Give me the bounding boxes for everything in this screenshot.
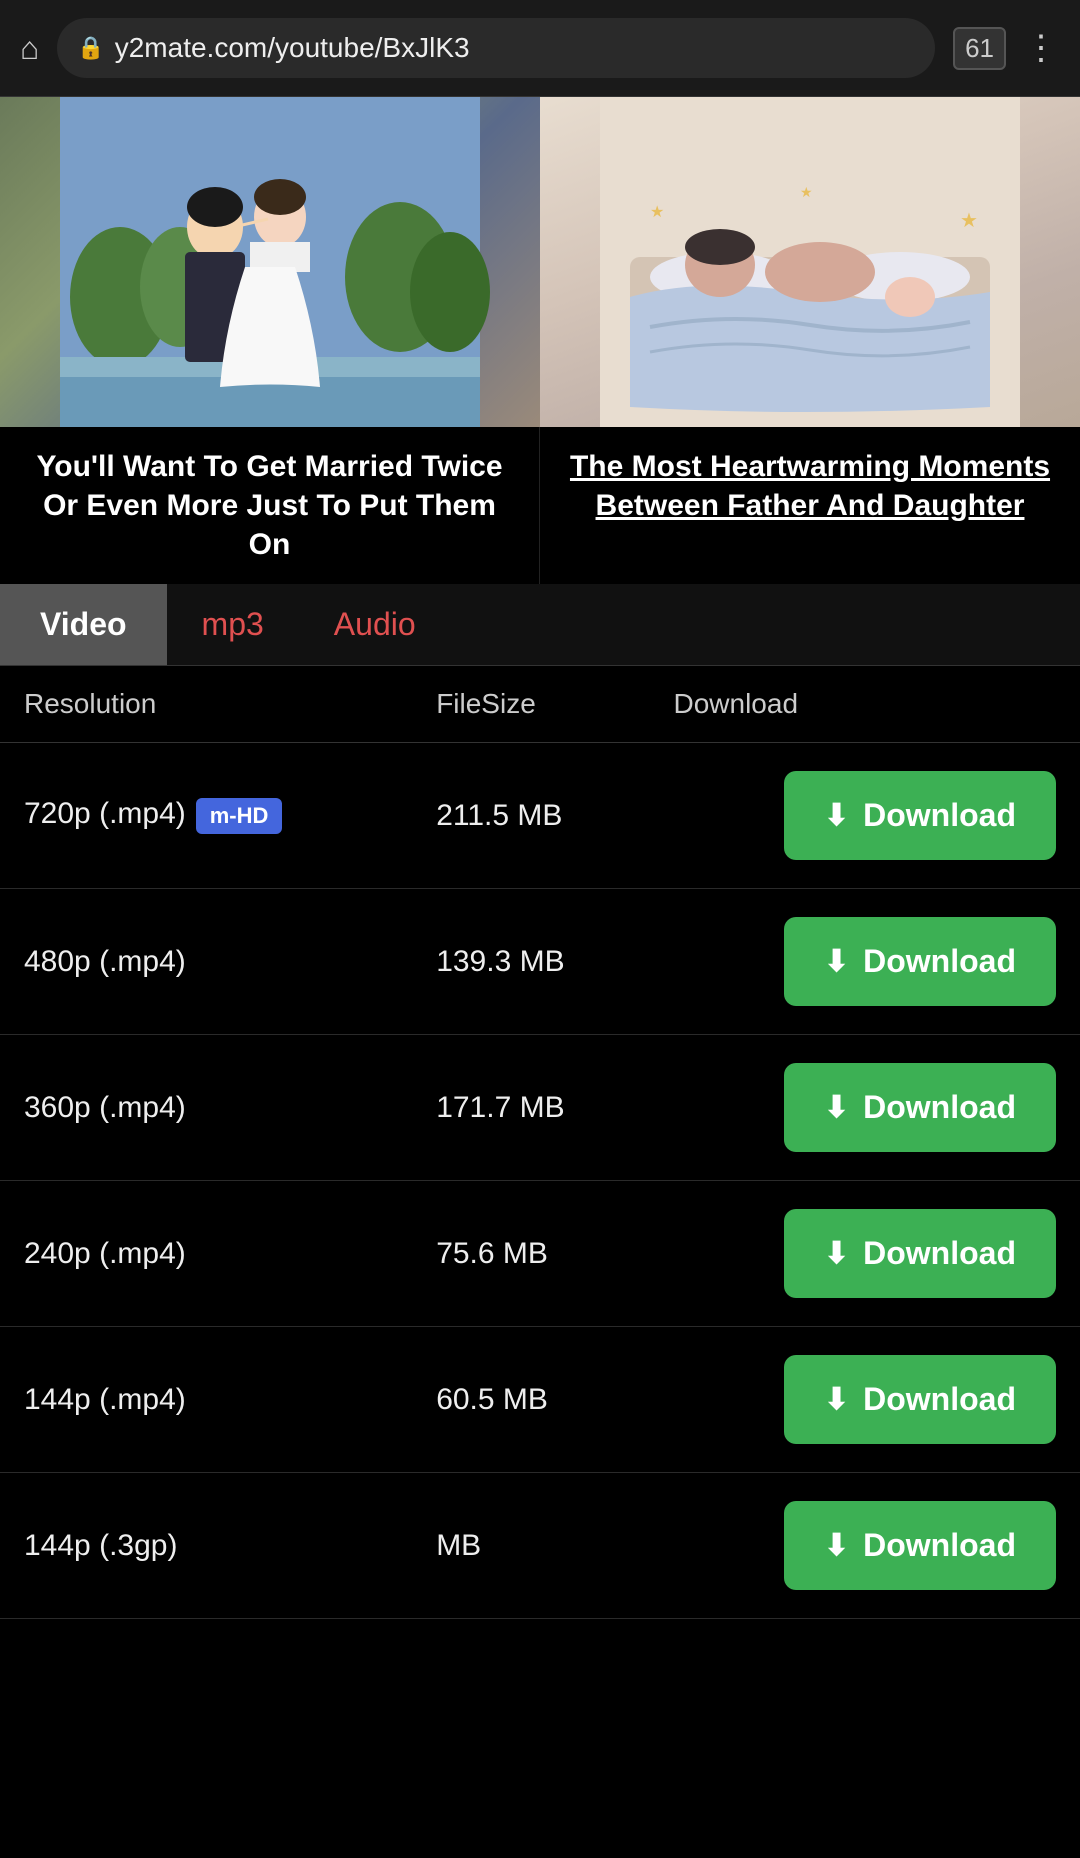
resolution-cell: 360p (.mp4) — [0, 1035, 412, 1181]
table-row: 480p (.mp4)139.3 MB ⬇ Download — [0, 889, 1080, 1035]
resolution-cell: 144p (.3gp) — [0, 1473, 412, 1619]
download-button[interactable]: ⬇ Download — [784, 1063, 1056, 1152]
left-title-container: You'll Want To Get Married Twice Or Even… — [0, 427, 540, 584]
download-button[interactable]: ⬇ Download — [784, 917, 1056, 1006]
filesize-cell: 75.6 MB — [412, 1181, 649, 1327]
resolution-cell: 480p (.mp4) — [0, 889, 412, 1035]
table-row: 240p (.mp4)75.6 MB ⬇ Download — [0, 1181, 1080, 1327]
tab-audio[interactable]: Audio — [299, 584, 451, 665]
lock-icon: 🔒 — [77, 35, 104, 61]
resolution-cell: 240p (.mp4) — [0, 1181, 412, 1327]
url-text: y2mate.com/youtube/BxJlK3 — [115, 32, 470, 64]
download-table: Resolution FileSize Download 720p (.mp4)… — [0, 666, 1080, 1619]
filesize-cell: 171.7 MB — [412, 1035, 649, 1181]
right-thumbnail[interactable]: ★ ★ ★ — [540, 97, 1080, 427]
thumbnails-row: ★ ★ ★ — [0, 97, 1080, 427]
left-thumbnail-image — [0, 97, 540, 427]
menu-icon[interactable]: ⋮ — [1024, 28, 1060, 68]
download-button-label: Download — [863, 1527, 1016, 1564]
right-thumbnail-image: ★ ★ ★ — [540, 97, 1080, 427]
download-cell: ⬇ Download — [650, 1035, 1080, 1181]
download-cell: ⬇ Download — [650, 1181, 1080, 1327]
tab-video[interactable]: Video — [0, 584, 167, 665]
download-button-label: Download — [863, 797, 1016, 834]
right-title-container: The Most Heartwarming Moments Between Fa… — [540, 427, 1080, 584]
download-cell: ⬇ Download — [650, 1473, 1080, 1619]
download-button[interactable]: ⬇ Download — [784, 771, 1056, 860]
mhd-badge: m-HD — [196, 798, 283, 834]
resolution-cell: 144p (.mp4) — [0, 1327, 412, 1473]
download-button[interactable]: ⬇ Download — [784, 1355, 1056, 1444]
download-button-label: Download — [863, 1381, 1016, 1418]
filesize-cell: MB — [412, 1473, 649, 1619]
table-row: 144p (.mp4)60.5 MB ⬇ Download — [0, 1327, 1080, 1473]
titles-row: You'll Want To Get Married Twice Or Even… — [0, 427, 1080, 584]
table-row: 720p (.mp4)m-HD211.5 MB ⬇ Download — [0, 743, 1080, 889]
tab-mp3[interactable]: mp3 — [167, 584, 299, 665]
svg-text:★: ★ — [650, 204, 664, 221]
filesize-cell: 60.5 MB — [412, 1327, 649, 1473]
download-button-label: Download — [863, 943, 1016, 980]
download-cell: ⬇ Download — [650, 1327, 1080, 1473]
home-icon[interactable]: ⌂ — [20, 30, 39, 67]
col-header-download: Download — [650, 666, 1080, 743]
url-bar[interactable]: 🔒 y2mate.com/youtube/BxJlK3 — [57, 18, 935, 78]
table-row: 144p (.3gp)MB ⬇ Download — [0, 1473, 1080, 1619]
filesize-cell: 211.5 MB — [412, 743, 649, 889]
download-icon: ⬇ — [824, 1528, 849, 1563]
left-thumbnail[interactable] — [0, 97, 540, 427]
col-header-filesize: FileSize — [412, 666, 649, 743]
col-header-resolution: Resolution — [0, 666, 412, 743]
left-video-title: You'll Want To Get Married Twice Or Even… — [20, 447, 519, 564]
svg-text:★: ★ — [800, 184, 813, 200]
download-cell: ⬇ Download — [650, 889, 1080, 1035]
right-video-title: The Most Heartwarming Moments Between Fa… — [560, 447, 1060, 525]
resolution-cell: 720p (.mp4)m-HD — [0, 743, 412, 889]
download-cell: ⬇ Download — [650, 743, 1080, 889]
browser-chrome: ⌂ 🔒 y2mate.com/youtube/BxJlK3 61 ⋮ — [0, 0, 1080, 97]
download-icon: ⬇ — [824, 798, 849, 833]
svg-text:★: ★ — [960, 210, 978, 232]
tabs-bar: Video mp3 Audio — [0, 584, 1080, 666]
download-icon: ⬇ — [824, 1236, 849, 1271]
download-icon: ⬇ — [824, 1382, 849, 1417]
filesize-cell: 139.3 MB — [412, 889, 649, 1035]
download-button[interactable]: ⬇ Download — [784, 1209, 1056, 1298]
table-row: 360p (.mp4)171.7 MB ⬇ Download — [0, 1035, 1080, 1181]
download-icon: ⬇ — [824, 1090, 849, 1125]
download-button-label: Download — [863, 1089, 1016, 1126]
tab-count[interactable]: 61 — [953, 27, 1006, 70]
download-icon: ⬇ — [824, 944, 849, 979]
download-button-label: Download — [863, 1235, 1016, 1272]
download-button[interactable]: ⬇ Download — [784, 1501, 1056, 1590]
